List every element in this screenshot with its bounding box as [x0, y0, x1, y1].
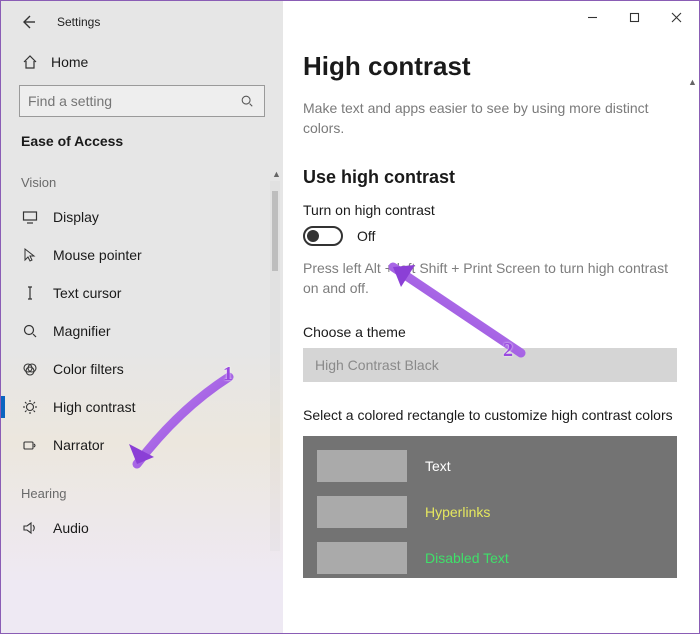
- sidebar: Settings Home Ease of Access ▲ Vision: [1, 1, 283, 633]
- magnifier-icon: [21, 322, 39, 340]
- sidebar-item-label: Text cursor: [53, 285, 121, 301]
- scroll-up-caret-icon: ▲: [272, 169, 281, 179]
- swatch-label: Text: [425, 458, 451, 474]
- color-filters-icon: [21, 360, 39, 378]
- display-icon: [21, 208, 39, 226]
- sidebar-item-label: Narrator: [53, 437, 104, 453]
- page-subtitle: Make text and apps easier to see by usin…: [303, 98, 673, 139]
- page-title: High contrast: [303, 51, 677, 82]
- narrator-icon: [21, 436, 39, 454]
- sidebar-item-mouse-pointer[interactable]: Mouse pointer: [1, 236, 283, 274]
- sidebar-item-home[interactable]: Home: [1, 47, 283, 81]
- high-contrast-icon: [21, 398, 39, 416]
- swatch-label: Disabled Text: [425, 550, 509, 566]
- home-label: Home: [51, 54, 88, 70]
- hearing-menu: Audio: [1, 509, 283, 547]
- text-cursor-icon: [21, 284, 39, 302]
- swatch-label: Hyperlinks: [425, 504, 490, 520]
- sidebar-item-label: Mouse pointer: [53, 247, 142, 263]
- color-swatch-panel: Text Hyperlinks Disabled Text: [303, 436, 677, 578]
- sidebar-item-audio[interactable]: Audio: [1, 509, 283, 547]
- swatch-text[interactable]: [317, 450, 407, 482]
- section-header: Ease of Access: [1, 131, 283, 167]
- search-icon: [238, 92, 256, 110]
- toggle-state: Off: [357, 228, 375, 244]
- use-high-contrast-heading: Use high contrast: [303, 167, 677, 188]
- toggle-label: Turn on high contrast: [303, 202, 677, 218]
- sidebar-item-text-cursor[interactable]: Text cursor: [1, 274, 283, 312]
- swatch-hyperlinks[interactable]: [317, 496, 407, 528]
- home-icon: [21, 53, 39, 71]
- sidebar-item-label: Audio: [53, 520, 89, 536]
- high-contrast-toggle[interactable]: [303, 226, 343, 246]
- app-title: Settings: [57, 15, 100, 29]
- back-button[interactable]: [17, 11, 39, 33]
- swatch-row-disabled: Disabled Text: [317, 542, 663, 574]
- annotation-arrow-2: [371, 253, 531, 363]
- customize-colors-label: Select a colored rectangle to customize …: [303, 406, 673, 426]
- swatch-row-hyperlinks: Hyperlinks: [317, 496, 663, 528]
- annotation-arrow-1: [119, 369, 239, 479]
- toggle-knob-icon: [307, 230, 319, 242]
- swatch-row-text: Text: [317, 450, 663, 482]
- sidebar-item-label: Display: [53, 209, 99, 225]
- mouse-pointer-icon: [21, 246, 39, 264]
- search-box[interactable]: [19, 85, 265, 117]
- sidebar-item-display[interactable]: Display: [1, 198, 283, 236]
- search-input[interactable]: [28, 93, 238, 109]
- group-vision-label: Vision: [1, 167, 283, 198]
- sidebar-item-magnifier[interactable]: Magnifier: [1, 312, 283, 350]
- audio-icon: [21, 519, 39, 537]
- swatch-disabled-text[interactable]: [317, 542, 407, 574]
- titlebar-left: Settings: [1, 9, 283, 47]
- sidebar-item-label: Magnifier: [53, 323, 111, 339]
- group-hearing-label: Hearing: [1, 478, 283, 509]
- sidebar-item-label: Color filters: [53, 361, 124, 377]
